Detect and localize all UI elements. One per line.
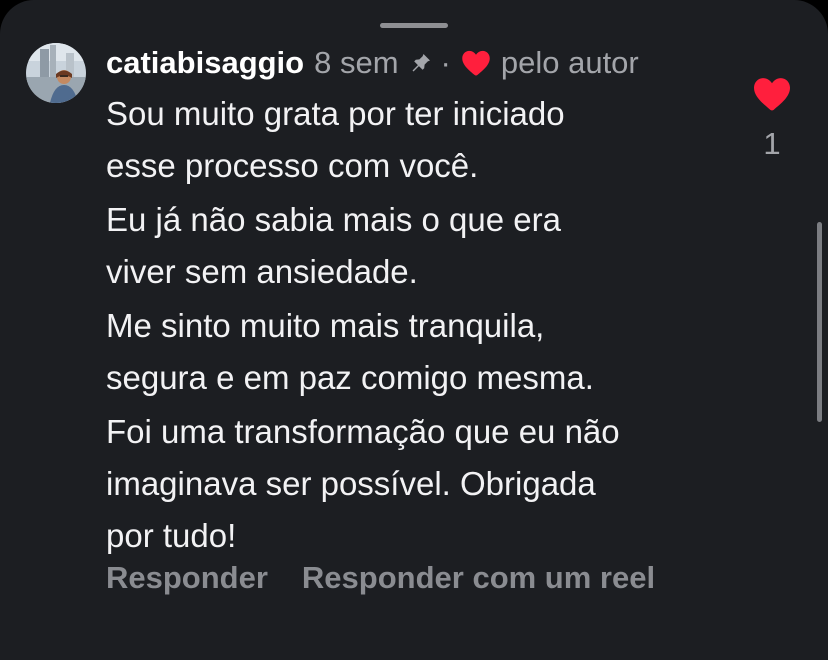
reply-with-reel-button[interactable]: Responder com um reel <box>302 560 655 596</box>
separator-dot: · <box>440 45 451 80</box>
comment-paragraph: Foi uma transformação que eu não imagina… <box>106 406 746 562</box>
heart-filled-icon <box>462 50 490 76</box>
liked-by-author-label: pelo autor <box>500 45 639 80</box>
comments-sheet: catiabisaggio 8 sem · pelo autor Sou mui… <box>0 0 828 660</box>
comment-line: imaginava ser possível. Obrigada <box>106 465 596 502</box>
like-count[interactable]: 1 <box>752 126 792 162</box>
reply-button[interactable]: Responder <box>106 560 268 596</box>
comment-line: Foi uma transformação que eu não <box>106 413 620 450</box>
pin-icon <box>412 54 430 72</box>
comment-line: esse processo com você. <box>106 147 479 184</box>
comment-text: Sou muito grata por ter iniciado esse pr… <box>106 88 746 562</box>
comment-actions: Responder Responder com um reel <box>106 556 655 600</box>
comment-header: catiabisaggio 8 sem · pelo autor <box>106 40 639 86</box>
sheet-grabber[interactable] <box>380 23 448 28</box>
comment-line: Sou muito grata por ter iniciado <box>106 95 565 132</box>
scrollbar[interactable] <box>817 222 822 422</box>
comment-line: por tudo! <box>106 517 237 554</box>
avatar[interactable] <box>26 43 86 103</box>
comment-line: Eu já não sabia mais o que era <box>106 201 561 238</box>
heart-filled-icon[interactable] <box>752 76 792 112</box>
username[interactable]: catiabisaggio <box>106 45 304 81</box>
comment-time: 8 sem <box>314 45 399 80</box>
comment-paragraph: Eu já não sabia mais o que era viver sem… <box>106 194 746 298</box>
comment-line: segura e em paz comigo mesma. <box>106 359 594 396</box>
comment-paragraph: Sou muito grata por ter iniciado esse pr… <box>106 88 746 192</box>
comment-paragraph: Me sinto muito mais tranquila, segura e … <box>106 300 746 404</box>
comment-line: Me sinto muito mais tranquila, <box>106 307 545 344</box>
comment-line: viver sem ansiedade. <box>106 253 418 290</box>
